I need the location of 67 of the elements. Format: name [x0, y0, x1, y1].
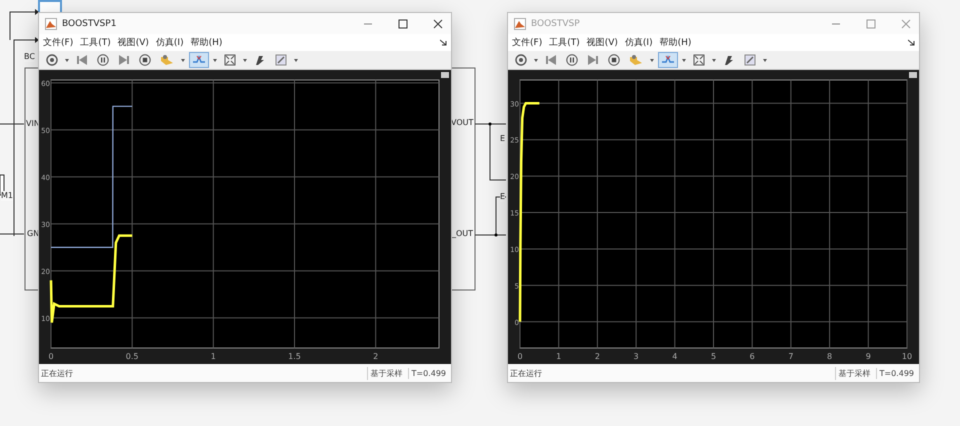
tick-label: 1	[556, 352, 562, 361]
pause-icon	[566, 54, 578, 66]
tick-label: 5	[710, 352, 716, 361]
pause-icon	[97, 54, 109, 66]
fit-view-icon	[224, 54, 236, 66]
menu-item[interactable]: 仿真(I)	[624, 36, 653, 49]
junction-dot	[488, 122, 492, 126]
tick-label: 7	[788, 352, 794, 361]
step-forward-icon	[118, 54, 130, 66]
port-label: _OUT	[452, 229, 474, 239]
step-back-icon	[545, 54, 557, 66]
selected-block[interactable]	[38, 0, 62, 14]
menu-item[interactable]: 文件(F)	[512, 36, 542, 49]
tick-label: 0.5	[126, 352, 139, 361]
tick-label: 2	[594, 352, 600, 361]
port-label: E	[500, 134, 506, 144]
gear-icon	[46, 54, 58, 66]
step-forward-icon	[587, 54, 599, 66]
app-icon	[514, 18, 526, 30]
sim-time: T=0.499	[408, 368, 449, 378]
highlight-icon	[629, 54, 643, 66]
tick-label: 4	[672, 352, 678, 361]
menu-item[interactable]: 工具(T)	[549, 36, 580, 49]
status-text: 正在运行	[41, 368, 73, 378]
sim-time: T=0.499	[876, 368, 917, 378]
maximize-icon[interactable]	[398, 18, 408, 28]
menu-item[interactable]: 帮助(H)	[190, 36, 222, 49]
tick-label: 1	[210, 352, 216, 361]
wire	[474, 124, 506, 180]
step-back-icon	[76, 54, 88, 66]
tick-label: 9	[866, 352, 871, 361]
tick-label: 0	[48, 352, 54, 361]
sample-mode: 基于采样	[366, 366, 406, 380]
app-icon	[45, 18, 57, 30]
junction-dot	[494, 234, 498, 236]
fit-view-icon	[693, 54, 705, 66]
tick-label: 10	[902, 352, 912, 361]
pen-icon	[275, 54, 287, 66]
tick-label: 2	[373, 352, 378, 361]
style-icon	[723, 54, 735, 66]
tick-label: 6	[750, 352, 755, 361]
tick-label: 3	[634, 352, 639, 361]
dock-icon[interactable]	[440, 39, 447, 46]
menu-item[interactable]: 文件(F)	[43, 36, 74, 49]
port-label: VOUT	[451, 118, 474, 128]
menu-item[interactable]: 工具(T)	[80, 36, 111, 49]
status-text: 正在运行	[510, 368, 542, 378]
close-icon[interactable]	[433, 18, 443, 28]
pen-icon	[744, 54, 756, 66]
menu-item[interactable]: 仿真(I)	[156, 36, 184, 49]
port-label: M1	[1, 191, 13, 201]
port-label: E	[500, 192, 506, 202]
stop-icon	[139, 54, 151, 66]
port-label: BC	[24, 52, 35, 62]
highlight-icon	[160, 54, 174, 66]
menu-item[interactable]: 视图(V)	[586, 36, 618, 49]
tick-label: 8	[827, 352, 832, 361]
stop-icon	[608, 54, 620, 66]
sample-mode: 基于采样	[834, 366, 874, 380]
menu-item[interactable]: 帮助(H)	[660, 36, 692, 49]
gear-icon	[515, 54, 527, 66]
tick-label: 1.5	[288, 352, 301, 361]
tick-label: 0	[517, 352, 523, 361]
dock-icon[interactable]	[908, 39, 915, 46]
menu-item[interactable]: 视图(V)	[118, 36, 149, 49]
window-title: BOOSTVSP1	[62, 18, 116, 28]
window-title: BOOSTVSP	[531, 18, 580, 28]
